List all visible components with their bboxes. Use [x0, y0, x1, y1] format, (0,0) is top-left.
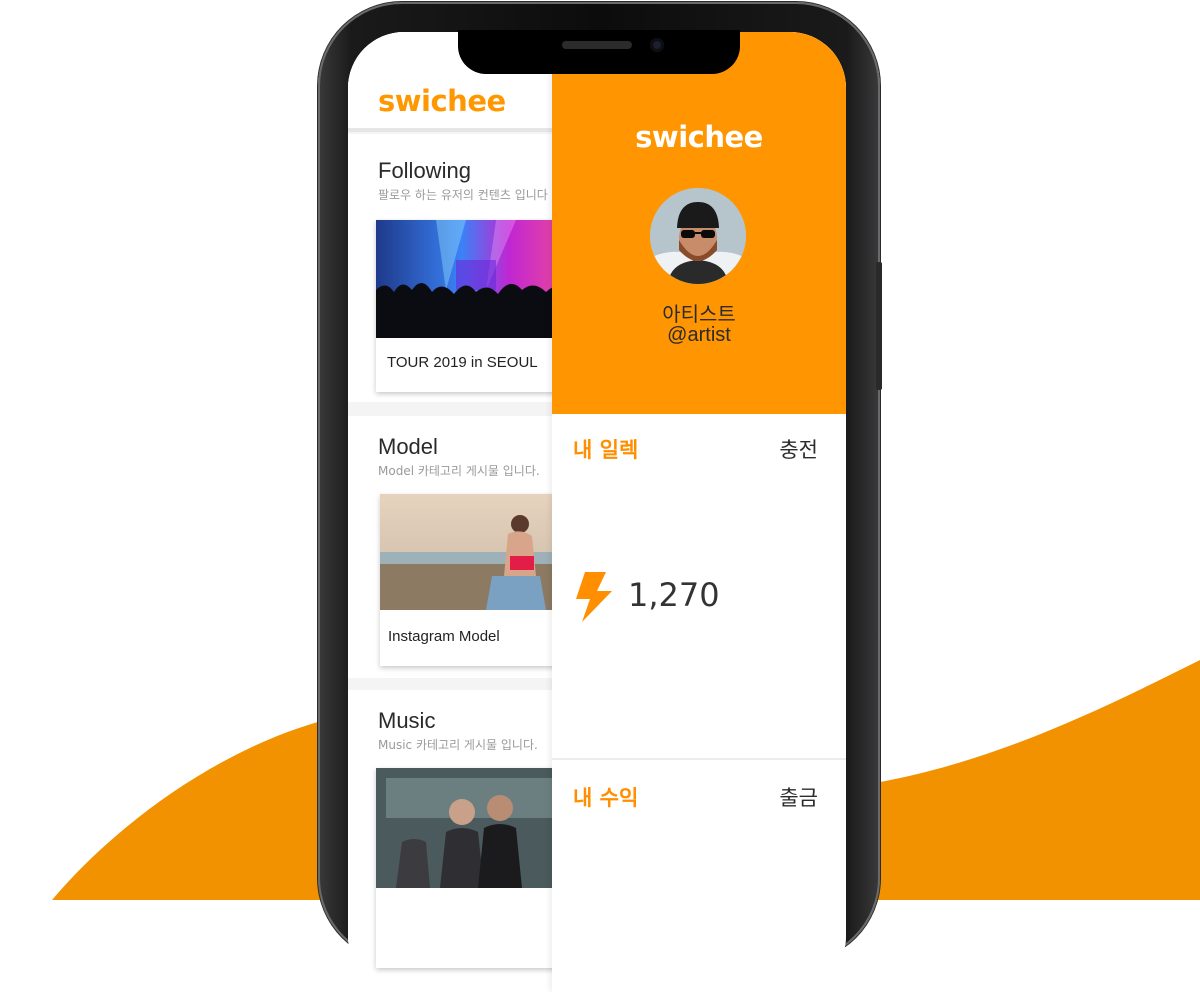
content-card[interactable]: TOUR 2019 in SEOUL	[376, 220, 566, 392]
earnings-row: 내 수익 출금	[552, 782, 846, 830]
section-title: Model	[378, 434, 438, 459]
avatar[interactable]	[650, 188, 746, 284]
elec-balance: 1,270	[628, 576, 720, 614]
withdraw-button[interactable]: 출금	[779, 782, 818, 812]
concert-image	[376, 220, 566, 338]
content-card[interactable]: Instagram Model	[380, 494, 570, 666]
avatar-image	[650, 188, 746, 284]
section-title: Music	[378, 708, 436, 733]
elec-row: 내 일렉 충전	[552, 434, 846, 482]
phone-screen: swichee Following 팔로우 하는 유저의 컨텐츠 입니다 TOU…	[348, 32, 846, 992]
profile-name: 아티스트	[662, 302, 736, 326]
drawer-header: swichee 아티스트 @artist	[552, 32, 846, 414]
charge-button[interactable]: 충전	[779, 434, 818, 464]
section-music: Music Music 카테고리 게시물 입니다.	[348, 690, 566, 992]
card-label: TOUR 2019 in SEOUL	[387, 354, 538, 371]
band-image	[376, 768, 566, 888]
model-image	[380, 494, 570, 610]
phone-side-button	[876, 262, 882, 390]
profile-drawer: swichee 아티스트 @artist 내 일렉 충전 1,270 내 수익 …	[552, 32, 846, 992]
profile-handle: @artist	[667, 324, 731, 346]
app-logo[interactable]: swichee	[378, 84, 506, 118]
earnings-title: 내 수익	[573, 786, 639, 810]
section-following: Following 팔로우 하는 유저의 컨텐츠 입니다 TOUR 2019 i…	[348, 134, 566, 402]
elec-title: 내 일렉	[573, 438, 639, 462]
section-title: Following	[378, 158, 471, 183]
divider	[552, 758, 846, 760]
speaker-grille	[562, 41, 632, 49]
drawer-logo: swichee	[635, 120, 763, 154]
section-model: Model Model 카테고리 게시물 입니다. Instagram Mode…	[348, 416, 570, 678]
front-camera	[650, 38, 664, 52]
section-subtitle: 팔로우 하는 유저의 컨텐츠 입니다	[378, 188, 548, 202]
lightning-icon	[576, 572, 612, 622]
feed-panel: swichee Following 팔로우 하는 유저의 컨텐츠 입니다 TOU…	[348, 32, 570, 992]
content-card[interactable]	[376, 768, 566, 968]
card-label: Instagram Model	[388, 628, 500, 645]
phone-notch	[458, 30, 740, 74]
section-subtitle: Music 카테고리 게시물 입니다.	[378, 738, 538, 752]
section-subtitle: Model 카테고리 게시물 입니다.	[378, 464, 540, 478]
